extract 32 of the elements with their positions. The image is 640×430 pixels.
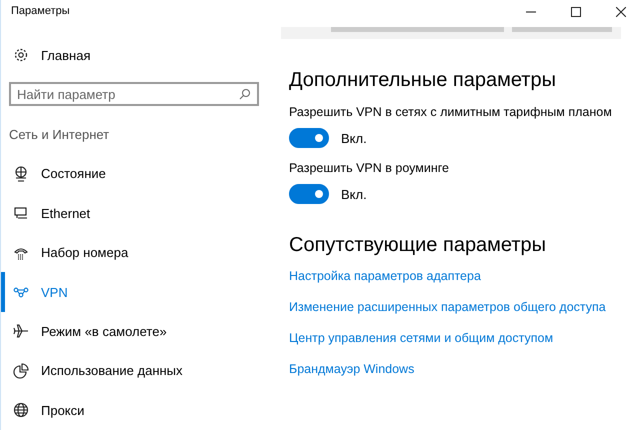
section-heading: Сопутствующие параметры — [289, 234, 546, 257]
search-field[interactable]: Найти параметр — [9, 82, 259, 106]
nav-item[interactable]: Набор номера — [1, 232, 271, 272]
section-label: Сеть и Интернет — [8, 126, 110, 144]
nav-item[interactable]: Прокси — [1, 390, 271, 430]
toggle-state: Вкл. — [341, 130, 367, 146]
toggle-switch[interactable] — [289, 128, 329, 148]
nav-item[interactable]: Использование данных — [1, 351, 271, 391]
setting-label: Разрешить VPN в сетях с лимитным тарифным планом — [289, 105, 612, 119]
airplane-icon — [13, 323, 29, 340]
toggle-switch[interactable] — [289, 184, 329, 204]
settings-link[interactable]: Настройка параметров адаптера — [289, 269, 481, 283]
nav-item[interactable]: Ethernet — [1, 194, 271, 233]
settings-link[interactable]: Изменение расширенных параметров общего доступа — [289, 300, 606, 314]
globe-monitor-icon — [13, 166, 29, 182]
globe-icon — [13, 402, 29, 418]
nav-item[interactable]: Режим «в самолете» — [1, 312, 271, 352]
pie-chart-icon — [13, 362, 29, 379]
setting-label: Разрешить VPN в роуминге — [289, 161, 449, 175]
gear-icon — [13, 47, 29, 64]
section-heading: Дополнительные параметры — [289, 69, 556, 92]
home-item[interactable]: Главная — [1, 36, 271, 76]
maximize-icon[interactable] — [571, 7, 581, 17]
nav-item[interactable]: Состояние — [1, 154, 271, 194]
monitor-icon — [13, 205, 29, 222]
search-icon — [239, 88, 251, 100]
settings-link[interactable]: Центр управления сетями и общим доступом — [289, 331, 554, 345]
window-title: Параметры — [10, 4, 71, 19]
settings-link[interactable]: Брандмауэр Windows — [289, 362, 414, 376]
close-icon[interactable] — [616, 7, 626, 17]
toggle-state: Вкл. — [341, 186, 367, 202]
nav-item[interactable]: VPN — [1, 272, 271, 312]
